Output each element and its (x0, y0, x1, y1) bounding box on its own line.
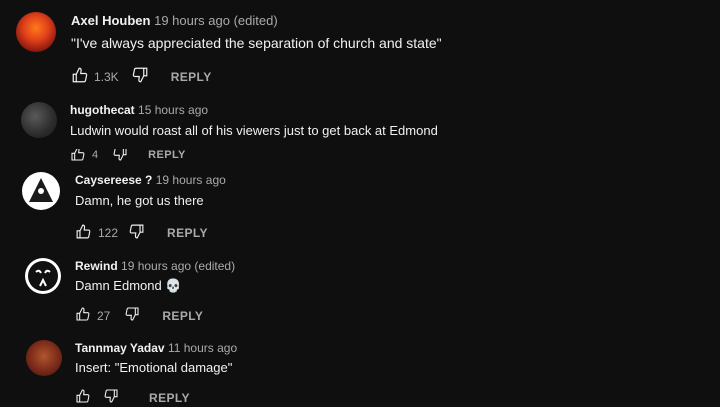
thumbs-down-icon[interactable] (103, 388, 119, 407)
author-name[interactable]: Tannmay Yadav (75, 341, 165, 355)
thumbs-up-icon[interactable] (75, 223, 92, 243)
avatar[interactable] (16, 12, 56, 52)
comment-text: "I've always appreciated the separation … (71, 35, 442, 51)
comment-actions: 1.3K REPLY (71, 66, 212, 87)
author-name[interactable]: Caysereese ? (75, 173, 152, 187)
like-count: 4 (92, 149, 99, 161)
comment-actions: 122 REPLY (75, 223, 208, 243)
author-name[interactable]: Axel Houben (71, 13, 150, 28)
comment-text: Damn Edmond 💀 (75, 278, 182, 293)
comment-actions: REPLY (75, 388, 190, 407)
thumbs-down-icon[interactable] (131, 66, 149, 87)
comment-actions: 4 REPLY (70, 149, 186, 161)
comment-header: Tannmay Yadav 11 hours ago (75, 341, 237, 355)
timestamp[interactable]: 11 hours ago (168, 341, 237, 355)
timestamp[interactable]: 15 hours ago (138, 103, 208, 117)
timestamp[interactable]: 19 hours ago (156, 173, 226, 187)
comment-header: Rewind 19 hours ago (edited) (75, 259, 235, 273)
reply-button[interactable]: REPLY (149, 391, 190, 405)
author-name[interactable]: hugothecat (70, 103, 135, 117)
thumbs-up-icon[interactable] (75, 306, 91, 325)
reply-button[interactable]: REPLY (148, 149, 186, 161)
timestamp[interactable]: 19 hours ago (edited) (154, 13, 278, 28)
like-count: 122 (98, 226, 119, 240)
comment-text: Ludwin would roast all of his viewers ju… (70, 123, 438, 138)
thumbs-down-icon[interactable] (112, 149, 128, 161)
avatar-image (28, 261, 58, 291)
thumbs-up-icon[interactable] (75, 388, 91, 407)
comment-actions: 27 REPLY (75, 306, 203, 325)
avatar[interactable] (21, 102, 57, 138)
author-name[interactable]: Rewind (75, 259, 118, 273)
comment-text: Damn, he got us there (75, 193, 204, 208)
thumbs-down-icon[interactable] (124, 306, 140, 325)
avatar[interactable] (22, 172, 60, 210)
comment-header: Caysereese ? 19 hours ago (75, 173, 226, 187)
reply-button[interactable]: REPLY (162, 309, 203, 323)
reply-button[interactable]: REPLY (167, 226, 208, 240)
thumbs-up-icon[interactable] (71, 66, 89, 87)
timestamp[interactable]: 19 hours ago (edited) (121, 259, 235, 273)
comment-text: Insert: "Emotional damage" (75, 360, 233, 375)
avatar-image (29, 178, 53, 202)
thumbs-down-icon[interactable] (128, 223, 145, 243)
thumbs-up-icon[interactable] (70, 149, 86, 161)
like-count: 27 (97, 308, 111, 323)
avatar[interactable] (25, 258, 61, 294)
like-count: 1.3K (94, 69, 119, 84)
avatar[interactable] (26, 340, 62, 376)
comment-header: hugothecat 15 hours ago (70, 103, 208, 117)
comment-header: Axel Houben 19 hours ago (edited) (71, 13, 278, 28)
reply-button[interactable]: REPLY (171, 70, 212, 84)
